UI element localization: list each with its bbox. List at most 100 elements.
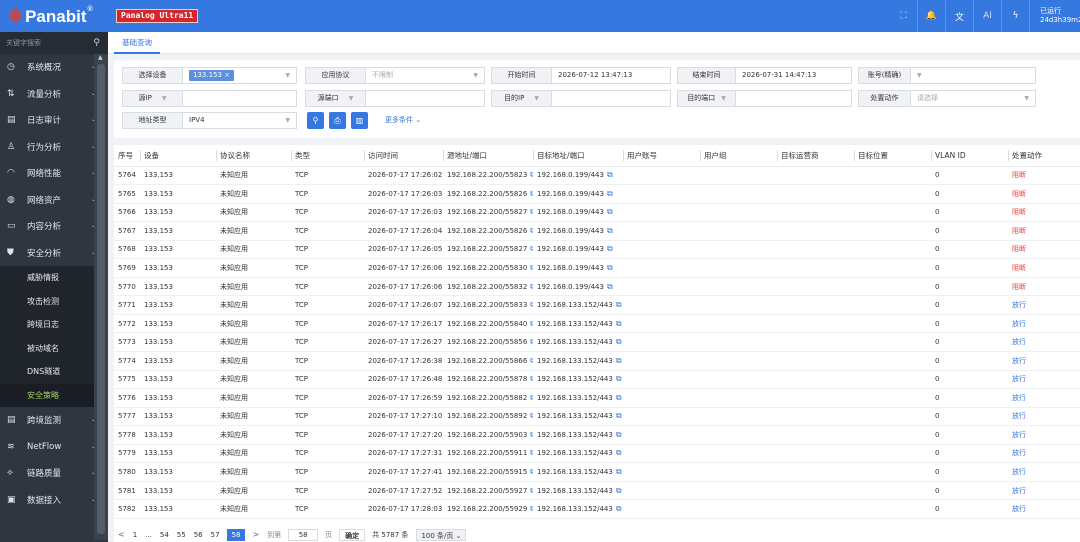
sidebar-search[interactable]: 关键字搜索 ⚲: [0, 32, 108, 54]
table-row[interactable]: 5781 133.153 未知应用 TCP 2026-07-17 17:27:52 192…: [114, 481, 1080, 501]
table-row[interactable]: 5764 133.153 未知应用 TCP 2026-07-17 17:26:02 192…: [114, 166, 1080, 186]
table-row[interactable]: 5772 133.153 未知应用 TCP 2026-07-17 17:26:17 192…: [114, 314, 1080, 334]
table-row[interactable]: 5771 133.153 未知应用 TCP 2026-07-17 17:26:07 192…: [114, 295, 1080, 315]
current-page[interactable]: 58: [226, 528, 246, 541]
copy-icon[interactable]: ⧉: [607, 282, 613, 291]
copy-icon[interactable]: ⧉: [616, 356, 622, 365]
sidebar-item-6[interactable]: ▭内容分析⌄: [0, 213, 108, 240]
table-cell[interactable]: 阻断: [1008, 240, 1080, 260]
copy-icon[interactable]: ⧉: [616, 337, 622, 346]
action-select[interactable]: 处置动作 请选择 ▼: [858, 90, 1036, 107]
table-row[interactable]: 5769 133.153 未知应用 TCP 2026-07-17 17:26:06 192…: [114, 258, 1080, 278]
page-number[interactable]: 56: [190, 531, 207, 539]
sidebar-item-5[interactable]: ◍网络资产⌄: [0, 187, 108, 214]
table-cell[interactable]: 放行: [1008, 332, 1080, 352]
table-cell[interactable]: 放行: [1008, 295, 1080, 315]
copy-icon[interactable]: ⧉: [607, 207, 613, 216]
copy-icon[interactable]: ⧉: [530, 263, 533, 272]
table-cell[interactable]: 放行: [1008, 370, 1080, 390]
table-row[interactable]: 5765 133.153 未知应用 TCP 2026-07-17 17:26:03 192…: [114, 184, 1080, 204]
sidebar-subitem[interactable]: 安全策略: [0, 383, 108, 407]
scroll-up-icon[interactable]: ▲: [98, 54, 103, 61]
sidebar-item-0[interactable]: ◷系统概况⌄: [0, 54, 108, 81]
table-row[interactable]: 5782 133.153 未知应用 TCP 2026-07-17 17:28:03 192…: [114, 499, 1080, 519]
search-button[interactable]: ⚲: [307, 112, 324, 129]
copy-icon[interactable]: ⧉: [616, 430, 622, 439]
copy-icon[interactable]: ⧉: [530, 244, 533, 253]
copy-icon[interactable]: ⧉: [530, 282, 533, 291]
table-row[interactable]: 5780 133.153 未知应用 TCP 2026-07-17 17:27:41 192…: [114, 462, 1080, 482]
copy-icon[interactable]: ⧉: [616, 448, 622, 457]
table-cell[interactable]: 阻断: [1008, 203, 1080, 223]
copy-icon[interactable]: ⧉: [530, 504, 533, 513]
table-cell[interactable]: 放行: [1008, 462, 1080, 482]
sidebar-scroll-thumb[interactable]: [97, 64, 105, 534]
table-row[interactable]: 5775 133.153 未知应用 TCP 2026-07-17 17:26:48 192…: [114, 370, 1080, 390]
logo[interactable]: ✲ Panabit®: [8, 6, 93, 27]
copy-icon[interactable]: ⧉: [530, 207, 533, 216]
sidebar-item-b0[interactable]: ▤跨境监测⌄: [0, 407, 108, 434]
sidebar-item-b3[interactable]: ▣数据接入⌄: [0, 487, 108, 514]
copy-icon[interactable]: ⧉: [530, 486, 533, 495]
confirm-button[interactable]: 确定: [339, 528, 366, 541]
table-cell[interactable]: 放行: [1008, 314, 1080, 334]
table-row[interactable]: 5779 133.153 未知应用 TCP 2026-07-17 17:27:31 192…: [114, 444, 1080, 464]
copy-icon[interactable]: ⧉: [616, 393, 622, 402]
copy-icon[interactable]: ⧉: [530, 356, 533, 365]
sidebar-scrollbar[interactable]: ▲: [94, 54, 108, 540]
page-number[interactable]: 1: [129, 531, 141, 539]
sidebar-item-2[interactable]: ▤日志审计⌄: [0, 107, 108, 134]
copy-icon[interactable]: ⧉: [616, 319, 622, 328]
table-row[interactable]: 5777 133.153 未知应用 TCP 2026-07-17 17:27:10 192…: [114, 407, 1080, 427]
copy-icon[interactable]: ⧉: [530, 374, 533, 383]
lightning-icon[interactable]: ϟ: [1002, 0, 1030, 32]
table-cell[interactable]: 阻断: [1008, 221, 1080, 241]
copy-icon[interactable]: ⧉: [530, 467, 533, 476]
sidebar-item-1[interactable]: ⇅流量分析⌄: [0, 81, 108, 108]
table-row[interactable]: 5766 133.153 未知应用 TCP 2026-07-17 17:26:03 192…: [114, 203, 1080, 223]
copy-icon[interactable]: ⧉: [607, 226, 613, 235]
copy-icon[interactable]: ⧉: [530, 189, 533, 198]
start-time-field[interactable]: 开始时间 2026-07-12 13:47:13: [491, 67, 671, 84]
device-select[interactable]: 选择设备 133.153 × ▼: [122, 67, 297, 84]
more-conditions-link[interactable]: 更多条件 ⌄: [385, 112, 421, 129]
table-cell[interactable]: 放行: [1008, 351, 1080, 371]
sidebar-item-7[interactable]: ⛊安全分析⌄: [0, 240, 108, 267]
copy-icon[interactable]: ⧉: [530, 226, 533, 235]
sidebar-subitem[interactable]: 被动域名: [0, 336, 108, 360]
copy-icon[interactable]: ⧉: [530, 337, 533, 346]
copy-icon[interactable]: ⧉: [530, 300, 533, 309]
copy-icon[interactable]: ⧉: [530, 319, 533, 328]
tab-basic-query[interactable]: 基础查询: [114, 32, 160, 54]
table-cell[interactable]: 阻断: [1008, 277, 1080, 297]
page-number[interactable]: 54: [156, 531, 173, 539]
table-row[interactable]: 5773 133.153 未知应用 TCP 2026-07-17 17:26:27 192…: [114, 332, 1080, 352]
export-button[interactable]: ⎙: [329, 112, 346, 129]
chart-button[interactable]: ▥: [351, 112, 368, 129]
copy-icon[interactable]: ⧉: [530, 411, 533, 420]
protocol-select[interactable]: 应用协议 不限制 ▼: [305, 67, 485, 84]
table-row[interactable]: 5770 133.153 未知应用 TCP 2026-07-17 17:26:06 192…: [114, 277, 1080, 297]
table-cell[interactable]: 阻断: [1008, 258, 1080, 278]
sidebar-item-b1[interactable]: ≋NetFlow⌄: [0, 434, 108, 461]
end-time-field[interactable]: 结束时间 2026-07-31 14:47:13: [677, 67, 852, 84]
dst-port-field[interactable]: 目的端口 ▼: [677, 90, 852, 107]
copy-icon[interactable]: ⧉: [530, 448, 533, 457]
copy-icon[interactable]: ⧉: [607, 189, 613, 198]
table-cell[interactable]: 放行: [1008, 444, 1080, 464]
prev-page-button[interactable]: <: [114, 530, 129, 539]
table-cell[interactable]: 阻断: [1008, 166, 1080, 186]
copy-icon[interactable]: ⧉: [616, 504, 622, 513]
translate-icon[interactable]: 文: [946, 0, 974, 32]
next-page-button[interactable]: >: [248, 530, 263, 539]
copy-icon[interactable]: ⧉: [616, 486, 622, 495]
address-type-select[interactable]: 地址类型 IPV4 ▼: [122, 112, 297, 129]
table-cell[interactable]: 放行: [1008, 499, 1080, 519]
sidebar-item-4[interactable]: ◠网络性能⌄: [0, 160, 108, 187]
sidebar-search-input[interactable]: 关键字搜索: [6, 38, 41, 48]
table-cell[interactable]: 放行: [1008, 481, 1080, 501]
dst-ip-field[interactable]: 目的IP ▼: [491, 90, 671, 107]
fullscreen-icon[interactable]: ⛶: [890, 0, 918, 32]
src-port-field[interactable]: 源端口 ▼: [305, 90, 485, 107]
copy-icon[interactable]: ⧉: [607, 170, 613, 179]
